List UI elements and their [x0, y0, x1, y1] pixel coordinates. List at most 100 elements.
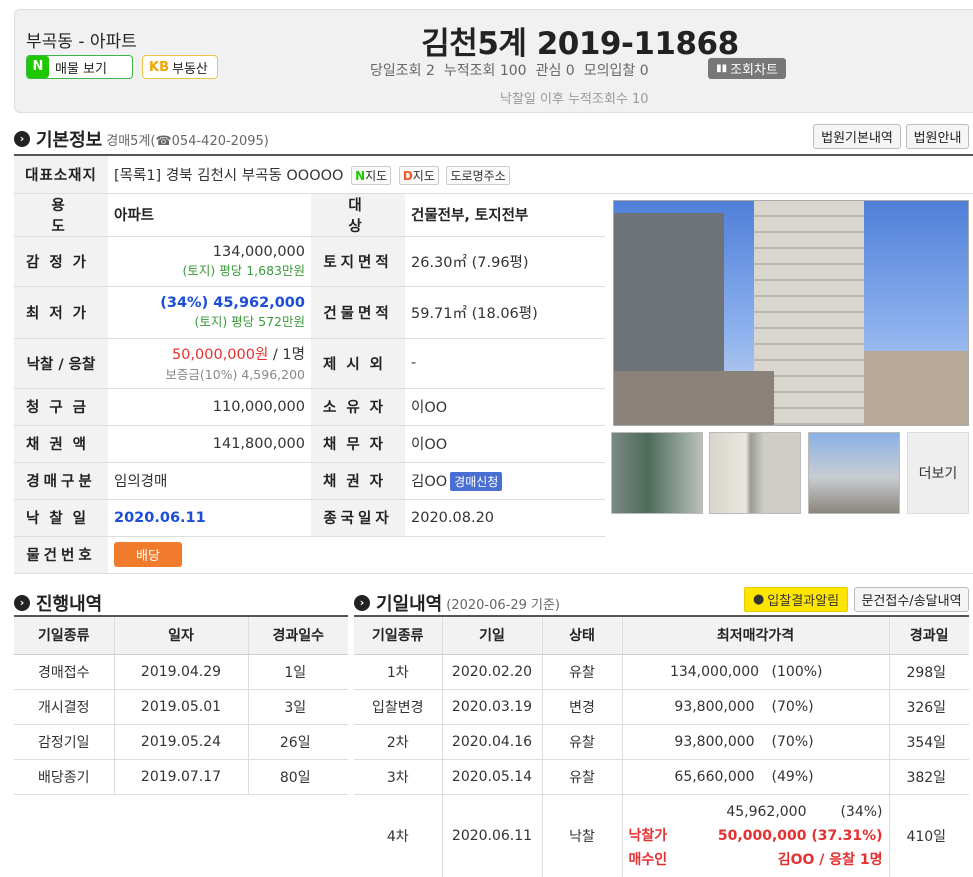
stat-mock-bid: 모의입찰 0 [583, 63, 649, 79]
cell: 80일 [248, 759, 348, 795]
court-guide-button[interactable]: 법원안내 [906, 124, 969, 149]
chevron-right-icon: › [354, 595, 370, 611]
road-address-button[interactable]: 도로명주소 [446, 165, 510, 185]
cell: 1차 [354, 654, 443, 690]
cell: 배당종기 [14, 759, 115, 795]
col-header: 기일 [442, 615, 543, 655]
cell: 2020.03.19 [442, 689, 543, 725]
documents-button[interactable]: 문건접수/송달내역 [854, 587, 969, 612]
sold-date-label: 낙찰일 [14, 499, 108, 537]
daum-map-button[interactable]: D지도 [398, 165, 439, 185]
cell: 유찰 [542, 654, 623, 690]
court-contact: 경매5계(☎054-420-2095) [106, 133, 269, 149]
min-price-label: 최저가 [14, 286, 108, 339]
table-row: 개시결정 2019.05.01 3일 [14, 689, 348, 725]
property-thumb-2[interactable] [709, 432, 801, 514]
basic-info-heading: › 기본정보 경매5계(☎054-420-2095) [14, 126, 269, 152]
col-header: 기일종류 [14, 615, 115, 655]
cell: 326일 [889, 689, 969, 725]
target-label: 대상 [311, 193, 405, 237]
table-row: 3차 2020.05.14 유찰 65,660,000 (49%) 382일 [354, 759, 969, 795]
table-row: 경매접수 2019.04.29 1일 [14, 654, 348, 690]
stat-today: 당일조회 2 [370, 63, 435, 79]
progress-heading: › 진행내역 [14, 590, 102, 616]
property-thumb-3[interactable] [808, 432, 900, 514]
building-area-value: 59.71㎡ (18.06평) [405, 286, 605, 339]
claim-value: 110,000,000 [108, 388, 311, 426]
cell: 382일 [889, 759, 969, 795]
buyer-label: 매수인 [628, 852, 668, 868]
appraisal-value: 134,000,000 [212, 243, 305, 260]
cell: 2019.07.17 [114, 759, 249, 795]
buyer-value: 김OO / 응찰 1명 [777, 852, 883, 868]
excluded-label: 제시외 [311, 338, 405, 389]
naver-listing-button[interactable]: N 매물 보기 [26, 55, 133, 79]
col-header: 경과일수 [248, 615, 348, 655]
cell: 유찰 [542, 724, 623, 760]
creditor-cell: 김OO 경매신청 [405, 462, 605, 500]
cell: 1일 [248, 654, 348, 690]
col-header: 경과일 [889, 615, 969, 655]
creditor-value: 김OO [411, 474, 448, 490]
location-label: 부곡동 - 아파트 [26, 32, 137, 52]
as-of-date: (2020-06-29 기준) [446, 597, 560, 613]
address-label: 대표소재지 [14, 155, 108, 194]
address-cell: [목록1] 경북 김천시 부곡동 OOOOO N지도 D지도 도로명주소 [108, 155, 973, 194]
claim-label: 청구금 [14, 388, 108, 426]
cell: 2차 [354, 724, 443, 760]
bid-result-alert-button[interactable]: ● 입찰결과알림 [744, 587, 848, 612]
cell: 2019.05.24 [114, 724, 249, 760]
win-price-label: 낙찰가 [628, 828, 668, 844]
case-title: 김천5계 2019-11868 [421, 26, 739, 62]
use-label: 용도 [14, 193, 108, 237]
owner-label: 소유자 [311, 388, 405, 426]
cell: 3일 [248, 689, 348, 725]
property-main-photo[interactable] [613, 200, 969, 426]
chevron-right-icon: › [14, 131, 30, 147]
address-text: [목록1] 경북 김천시 부곡동 OOOOO [114, 167, 344, 184]
col-header: 최저매각가격 [622, 615, 890, 655]
naver-map-button[interactable]: N지도 [351, 165, 392, 185]
debt-value: 141,800,000 [108, 425, 311, 463]
appraisal-per-pyeong: (토지) 평당 1,683만원 [182, 262, 306, 278]
progress-table: 기일종류 일자 경과일수 경매접수 2019.04.29 1일 개시결정 2019.05.… [14, 615, 348, 795]
cell: 65,660,000 (49%) [622, 759, 890, 795]
chevron-right-icon: › [14, 595, 30, 611]
table-row: 1차 2020.02.20 유찰 134,000,000 (100%) 298일 [354, 654, 969, 690]
win-bid-label: 낙찰 / 응찰 [14, 338, 108, 389]
win-bid-cell: 50,000,000원 / 1명 보증금(10%) 4,596,200 [108, 338, 311, 389]
auction-type-value: 임의경매 [108, 462, 311, 500]
sold-price-cell: 45,962,000 (34%) 낙찰가 50,000,000 (37.31%) 매수… [622, 794, 890, 877]
daum-icon: D [402, 168, 413, 183]
table-row: 감정기일 2019.05.24 26일 [14, 724, 348, 760]
excluded-value: - [405, 338, 605, 389]
col-header: 기일종류 [354, 615, 443, 655]
land-area-label: 토지면적 [311, 236, 405, 287]
bar-chart-icon: ▮▮ [716, 63, 728, 74]
col-header: 상태 [542, 615, 623, 655]
debtor-label: 채무자 [311, 425, 405, 463]
cell: 2020.02.20 [442, 654, 543, 690]
auction-request-badge: 경매신청 [450, 472, 503, 491]
cell: 410일 [889, 794, 969, 877]
view-stats: 당일조회 2 누적조회 100 관심 0 모의입찰 0 [370, 60, 658, 80]
more-photos-button[interactable]: 더보기 [907, 432, 969, 514]
item-no-cell: 배당 [108, 536, 973, 574]
cell: 4차 [354, 794, 443, 877]
cell: 3차 [354, 759, 443, 795]
dividend-button[interactable]: 배당 [114, 542, 182, 567]
kb-realestate-button[interactable]: KB 부동산 [142, 55, 218, 79]
naver-icon: N [27, 56, 49, 78]
court-info-button[interactable]: 법원기본내역 [813, 124, 901, 149]
table-row: 배당종기 2019.07.17 80일 [14, 759, 348, 795]
cell: 입찰변경 [354, 689, 443, 725]
debt-label: 채권액 [14, 425, 108, 463]
cell: 93,800,000 (70%) [622, 724, 890, 760]
view-chart-button[interactable]: ▮▮ 조회차트 [708, 58, 786, 79]
land-area-value: 26.30㎡ (7.96평) [405, 236, 605, 287]
property-thumb-1[interactable] [611, 432, 703, 514]
table-row: 2차 2020.04.16 유찰 93,800,000 (70%) 354일 [354, 724, 969, 760]
kb-icon: KB [149, 59, 169, 75]
end-date-value: 2020.08.20 [405, 499, 605, 537]
cell: 354일 [889, 724, 969, 760]
